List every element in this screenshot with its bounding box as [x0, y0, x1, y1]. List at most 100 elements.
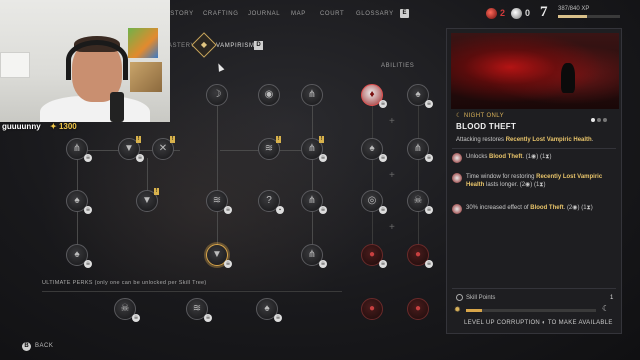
pager-dot[interactable]	[597, 118, 601, 122]
skull-badge-icon: ☠	[425, 260, 433, 268]
ultimate-ability-locked[interactable]: ●	[361, 298, 383, 320]
stream-points-value: 1300	[58, 122, 77, 131]
skull-badge-icon: ☠	[84, 154, 92, 162]
nav-crafting[interactable]: CRAFTING	[203, 11, 238, 17]
skull-badge-icon: ☠	[425, 100, 433, 108]
desc-suffix: .	[591, 137, 594, 143]
moon-icon: ☾	[602, 304, 610, 313]
skill-node[interactable]: ▼! ☠	[118, 136, 144, 162]
upgrade-text: Time window for restoring Recently Lost …	[466, 173, 616, 189]
ability-blood-theft[interactable]: ♦ ☠	[361, 84, 387, 108]
ultimate-perk-node[interactable]: ☠ ☠	[114, 298, 140, 322]
skill-node-selected[interactable]: ▼ ☠	[206, 244, 232, 268]
player-level: 7	[540, 4, 548, 20]
plus-icon: +	[389, 170, 395, 181]
plus-icon: +	[389, 116, 395, 127]
pager-dot[interactable]	[603, 118, 607, 122]
skill-node[interactable]: ⋔ ☠	[66, 138, 92, 162]
skill-node[interactable]: ✕!	[152, 136, 175, 160]
coin-orb-icon	[511, 8, 522, 19]
wall-poster	[128, 28, 158, 58]
tab-vampirism[interactable]: VAMPIRISM	[216, 43, 255, 49]
skull-badge-icon: ☠	[132, 314, 140, 322]
nav-history[interactable]: ISTORY	[168, 11, 194, 17]
skill-points-icon	[456, 294, 463, 301]
moon-icon: ☾	[456, 113, 464, 119]
panel-divider	[452, 148, 616, 149]
air-conditioner	[0, 52, 30, 78]
desc-prefix: Attacking restores	[456, 137, 506, 143]
skill-node[interactable]: ≋!	[258, 136, 281, 160]
skill-node[interactable]: ♠ ☠	[66, 244, 92, 268]
upgrade-prefix: 30% increased effect of	[466, 205, 531, 211]
preview-pager[interactable]	[591, 109, 609, 127]
ability-node[interactable]: ◎ ☠	[361, 190, 387, 214]
upgrade-text: Unlocks Blood Theft. (1◉) (1⧗)	[466, 153, 616, 161]
upgrade-prefix: Time window for restoring	[466, 174, 537, 180]
wall-poster	[130, 62, 162, 92]
skill-node[interactable]: ? ▪	[258, 190, 284, 214]
upgrade-cost-end: )	[543, 182, 546, 188]
upgrade-suffix: lasts longer.	[484, 182, 519, 188]
pager-dot[interactable]	[591, 118, 595, 122]
upgrade-cost-mid: ) (1	[530, 182, 540, 188]
plus-icon: +	[389, 222, 395, 233]
ultimate-ability-locked[interactable]: ●	[407, 298, 429, 320]
new-indicator-icon: !	[319, 136, 324, 143]
tree-connector	[418, 104, 419, 254]
upgrade-prefix: Unlocks	[466, 154, 490, 160]
back-button[interactable]: BACK	[35, 343, 53, 349]
nav-map[interactable]: MAP	[291, 11, 306, 17]
ability-preview-image	[451, 33, 619, 122]
ability-node[interactable]: ⋔ ☠	[407, 138, 433, 162]
ability-node[interactable]: ♠ ☠	[361, 138, 387, 162]
skill-node[interactable]: ⋔	[301, 84, 323, 106]
vampire-figure	[561, 63, 575, 93]
ultimate-perks-label: ULTIMATE PERKS (only one can be unlocked…	[42, 280, 207, 286]
nav-glossary[interactable]: GLOSSARY	[356, 11, 394, 17]
coin-count: 0	[525, 8, 531, 18]
skill-node[interactable]: ⋔ ☠	[301, 190, 327, 214]
skill-node[interactable]: ⋔! ☠	[301, 136, 327, 162]
ultimate-divider	[42, 291, 342, 292]
webcam-overlay	[0, 0, 170, 122]
night-only-label: NIGHT ONLY	[463, 113, 504, 119]
tab-next-key[interactable]: D	[254, 41, 263, 50]
vampirism-tab-icon[interactable]: ◆	[191, 32, 217, 58]
skull-badge-icon: ☠	[319, 206, 327, 214]
ability-node-locked[interactable]: ● ☠	[407, 244, 433, 268]
skill-node[interactable]: ◉	[258, 84, 280, 106]
new-indicator-icon: !	[154, 188, 159, 195]
skull-badge-icon: ☠	[379, 100, 387, 108]
xp-bar-fill	[558, 15, 587, 18]
skull-badge-icon: ☠	[224, 260, 232, 268]
ability-node[interactable]: ☠ ☠	[407, 190, 433, 214]
skill-node[interactable]: ♠ ☠	[66, 190, 92, 214]
tree-connector	[312, 106, 313, 251]
ultimate-perk-node[interactable]: ≋ ☠	[186, 298, 212, 322]
ultimate-perk-node[interactable]: ♠ ☠	[256, 298, 282, 322]
skull-badge-icon: ☠	[136, 154, 144, 162]
xp-bar	[558, 15, 620, 18]
nav-court[interactable]: COURT	[320, 11, 344, 17]
stream-points: ✦ 1300	[50, 122, 77, 131]
upgrade-highlight: Blood Theft	[489, 154, 523, 160]
skull-badge-icon: ☠	[224, 206, 232, 214]
abilities-heading: ABILITIES	[381, 63, 415, 69]
nav-next-key[interactable]: E	[400, 9, 409, 18]
ability-node-locked[interactable]: ● ☠	[361, 244, 387, 268]
new-indicator-icon: !	[276, 136, 281, 143]
skill-node[interactable]: ≋ ☠	[206, 190, 232, 214]
back-key-icon[interactable]: B	[22, 342, 31, 351]
nav-journal[interactable]: JOURNAL	[248, 11, 280, 17]
skill-node[interactable]: ⋔ ☠	[301, 244, 327, 268]
corruption-progress-fill	[466, 309, 482, 312]
panel-divider	[452, 288, 616, 289]
skill-node[interactable]: ▼!	[136, 188, 159, 212]
skill-node[interactable]: ☽	[206, 84, 228, 106]
points-icon: ✦	[50, 122, 59, 131]
skull-badge-icon: ☠	[379, 206, 387, 214]
blood-orb-icon	[486, 8, 497, 19]
ability-node[interactable]: ♠ ☠	[407, 84, 433, 108]
night-only-tag: ☾ NIGHT ONLY	[456, 112, 504, 119]
